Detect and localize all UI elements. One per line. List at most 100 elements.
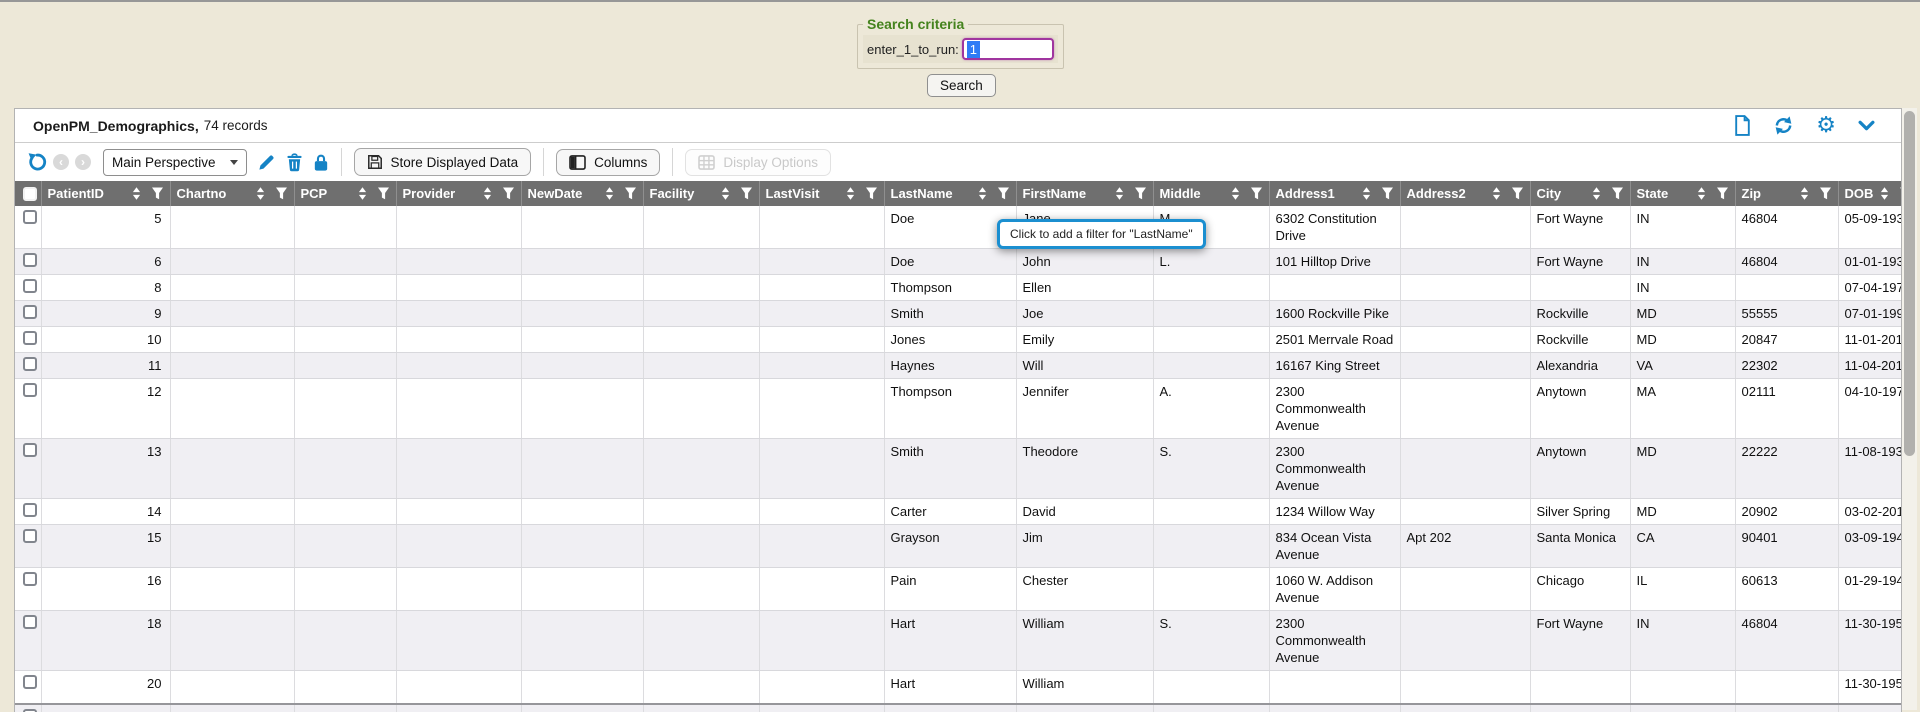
column-header-state[interactable]: State <box>1630 181 1735 206</box>
filter-funnel-icon[interactable] <box>275 187 288 200</box>
filter-funnel-icon[interactable] <box>377 187 390 200</box>
cell-lastname: Smith <box>884 301 1016 327</box>
cell-state: MD <box>1630 301 1735 327</box>
cell-lastvisit <box>759 568 884 611</box>
sort-icon[interactable] <box>1362 187 1371 200</box>
lock-icon[interactable] <box>313 153 329 172</box>
sort-icon[interactable] <box>978 187 987 200</box>
sort-icon[interactable] <box>1800 187 1809 200</box>
cell-chartno <box>170 275 294 301</box>
cell-pcp <box>294 275 396 301</box>
sort-icon[interactable] <box>721 187 730 200</box>
gear-icon[interactable]: ⚙ <box>1816 116 1836 136</box>
perspective-select[interactable]: Main Perspective <box>103 149 247 176</box>
sort-icon[interactable] <box>358 187 367 200</box>
run-input[interactable]: 1 <box>962 38 1054 60</box>
sort-icon[interactable] <box>1592 187 1601 200</box>
column-header-chartno[interactable]: Chartno <box>170 181 294 206</box>
column-header-patientid[interactable]: PatientID <box>41 181 170 206</box>
cell-lastname: Hart <box>884 611 1016 671</box>
column-header-city[interactable]: City <box>1530 181 1630 206</box>
row-checkbox[interactable] <box>23 675 37 689</box>
sort-icon[interactable] <box>256 187 265 200</box>
select-all-checkbox[interactable] <box>23 187 37 201</box>
row-checkbox[interactable] <box>23 503 37 517</box>
row-checkbox[interactable] <box>23 305 37 319</box>
filter-funnel-icon[interactable] <box>1511 187 1524 200</box>
column-header-address2[interactable]: Address2 <box>1400 181 1530 206</box>
column-header-newdate[interactable]: NewDate <box>521 181 643 206</box>
filter-funnel-icon[interactable] <box>1819 187 1832 200</box>
filter-tooltip[interactable]: Click to add a filter for "LastName" <box>997 219 1206 249</box>
row-checkbox[interactable] <box>23 443 37 457</box>
table-row: 6DoeJohnL.101 Hilltop DriveFort WayneIN4… <box>15 249 1902 275</box>
filter-funnel-icon[interactable] <box>151 187 164 200</box>
undo-icon[interactable] <box>27 152 47 172</box>
column-header-zip[interactable]: Zip <box>1735 181 1838 206</box>
cell-lastname: Haynes <box>884 353 1016 379</box>
filter-funnel-icon[interactable] <box>997 187 1010 200</box>
sort-icon[interactable] <box>1697 187 1706 200</box>
cell-dob: 11-04-2014 <box>1838 353 1902 379</box>
cell-facility <box>643 327 759 353</box>
column-header-facility[interactable]: Facility <box>643 181 759 206</box>
panel-title-bar: OpenPM_Demographics, 74 records ⚙ <box>15 109 1901 143</box>
column-header-pcp[interactable]: PCP <box>294 181 396 206</box>
vertical-scrollbar[interactable] <box>1902 108 1917 710</box>
column-header-lastname[interactable]: LastName <box>884 181 1016 206</box>
sort-icon[interactable] <box>1231 187 1240 200</box>
filter-funnel-icon[interactable] <box>624 187 637 200</box>
row-checkbox[interactable] <box>23 210 37 224</box>
row-checkbox[interactable] <box>23 383 37 397</box>
trash-icon[interactable] <box>286 153 303 172</box>
column-header-address1[interactable]: Address1 <box>1269 181 1400 206</box>
row-checkbox[interactable] <box>23 253 37 267</box>
cell-provider <box>396 671 521 704</box>
refresh-icon[interactable] <box>1773 115 1794 136</box>
sort-icon[interactable] <box>1115 187 1124 200</box>
run-field-label: enter_1_to_run: <box>867 42 959 57</box>
sort-icon[interactable] <box>846 187 855 200</box>
cell-patientid: 6 <box>41 249 170 275</box>
search-button[interactable]: Search <box>927 74 996 97</box>
new-document-icon[interactable] <box>1734 115 1751 136</box>
chevron-down-icon[interactable] <box>1858 120 1875 131</box>
row-checkbox[interactable] <box>23 572 37 586</box>
row-checkbox[interactable] <box>23 529 37 543</box>
filter-funnel-icon[interactable] <box>740 187 753 200</box>
cell-state: IN <box>1630 611 1735 671</box>
row-checkbox[interactable] <box>23 357 37 371</box>
cell-address1: 6302 Constitution Drive <box>1269 206 1400 249</box>
column-header-lastvisit[interactable]: LastVisit <box>759 181 884 206</box>
filter-funnel-icon[interactable] <box>502 187 515 200</box>
sort-icon[interactable] <box>483 187 492 200</box>
filter-funnel-icon[interactable] <box>1381 187 1394 200</box>
search-field-row: enter_1_to_run: 1 <box>863 35 1058 63</box>
sort-icon[interactable] <box>605 187 614 200</box>
row-checkbox[interactable] <box>23 709 37 712</box>
column-header-middle[interactable]: Middle <box>1153 181 1269 206</box>
row-checkbox[interactable] <box>23 279 37 293</box>
column-header-firstname[interactable]: FirstName <box>1016 181 1153 206</box>
columns-button[interactable]: Columns <box>556 149 660 176</box>
column-header-dob[interactable]: DOB <box>1838 181 1902 206</box>
scrollbar-thumb[interactable] <box>1904 111 1915 456</box>
perspective-selected-value: Main Perspective <box>112 155 216 170</box>
row-checkbox[interactable] <box>23 615 37 629</box>
filter-funnel-icon[interactable] <box>1134 187 1147 200</box>
pencil-icon[interactable] <box>257 153 276 172</box>
cell-lastvisit <box>759 249 884 275</box>
filter-funnel-icon[interactable] <box>1250 187 1263 200</box>
select-all-header[interactable] <box>15 181 41 206</box>
sort-icon[interactable] <box>132 187 141 200</box>
cell-middle <box>1153 301 1269 327</box>
cell-state: VA <box>1630 353 1735 379</box>
filter-funnel-icon[interactable] <box>865 187 878 200</box>
column-header-provider[interactable]: Provider <box>396 181 521 206</box>
filter-funnel-icon[interactable] <box>1611 187 1624 200</box>
row-checkbox[interactable] <box>23 331 37 345</box>
store-displayed-data-button[interactable]: Store Displayed Data <box>354 148 532 176</box>
sort-icon[interactable] <box>1492 187 1501 200</box>
sort-icon[interactable] <box>1880 187 1889 200</box>
filter-funnel-icon[interactable] <box>1716 187 1729 200</box>
